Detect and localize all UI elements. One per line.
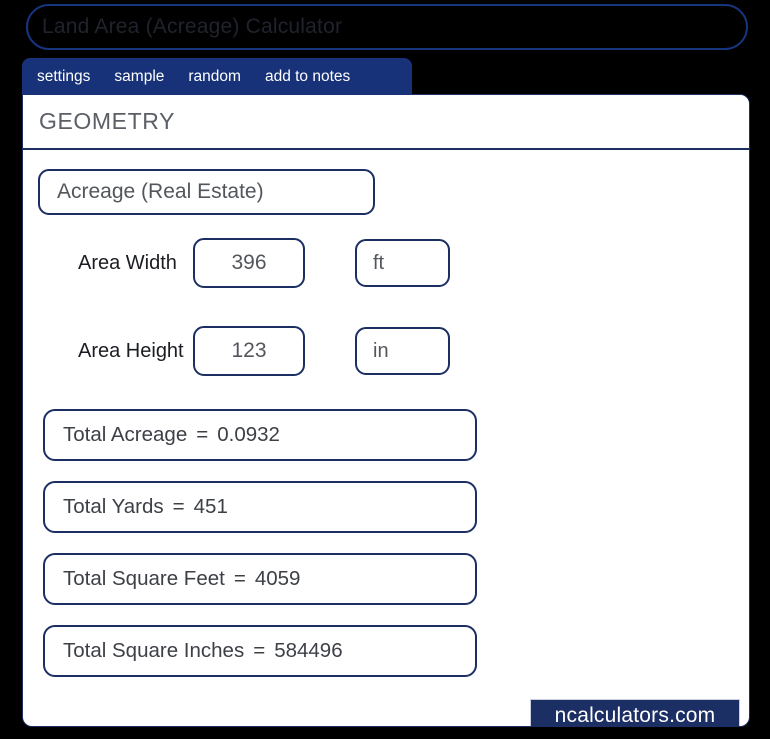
result-value: 584496 — [274, 639, 343, 662]
tab-add-to-notes[interactable]: add to notes — [265, 69, 350, 85]
area-height-unit-value: in — [373, 339, 389, 362]
area-height-label: Area Height — [78, 339, 184, 362]
area-width-unit-value: ft — [373, 251, 385, 274]
section-header-geometry: GEOMETRY — [23, 95, 749, 150]
brand-label: ncalculators.com — [554, 704, 716, 727]
result-total-yards: Total Yards = 451 — [43, 481, 477, 533]
calculation-type-select[interactable]: Acreage (Real Estate) — [38, 169, 375, 215]
calculator-panel: GEOMETRY Acreage (Real Estate) Area Widt… — [22, 94, 750, 727]
area-width-row: Area Width 396 ft — [23, 227, 749, 299]
brand-badge: ncalculators.com — [530, 699, 740, 727]
result-total-square-feet: Total Square Feet = 4059 — [43, 553, 477, 605]
section-title: GEOMETRY — [39, 108, 176, 134]
result-equals: = — [196, 423, 209, 446]
calculator-app: Land Area (Acreage) Calculator settings … — [0, 0, 770, 739]
area-height-unit-select[interactable]: in — [355, 327, 450, 375]
window-title-bar: Land Area (Acreage) Calculator — [26, 4, 748, 50]
result-label: Total Square Inches — [63, 639, 245, 662]
area-width-unit-select[interactable]: ft — [355, 239, 450, 287]
tab-bar: settings sample random add to notes — [22, 58, 412, 95]
result-total-square-inches: Total Square Inches = 584496 — [43, 625, 477, 677]
area-width-input[interactable]: 396 — [193, 238, 305, 288]
tab-settings[interactable]: settings — [37, 69, 90, 85]
result-value: 451 — [193, 495, 228, 518]
area-height-row: Area Height 123 in — [23, 315, 749, 387]
calculation-type-value: Acreage (Real Estate) — [57, 180, 264, 203]
result-value: 4059 — [254, 567, 301, 590]
result-equals: = — [233, 567, 246, 590]
result-equals: = — [253, 639, 266, 662]
area-width-label: Area Width — [78, 251, 177, 274]
result-label: Total Yards — [63, 495, 164, 518]
result-total-acreage: Total Acreage = 0.0932 — [43, 409, 477, 461]
page-title: Land Area (Acreage) Calculator — [42, 15, 343, 38]
area-height-value: 123 — [231, 339, 267, 362]
result-label: Total Acreage — [63, 423, 188, 446]
tab-sample[interactable]: sample — [114, 69, 164, 85]
result-equals: = — [172, 495, 185, 518]
area-height-input[interactable]: 123 — [193, 326, 305, 376]
area-width-value: 396 — [231, 251, 267, 274]
tab-random[interactable]: random — [188, 69, 241, 85]
result-label: Total Square Feet — [63, 567, 225, 590]
result-value: 0.0932 — [217, 423, 280, 446]
